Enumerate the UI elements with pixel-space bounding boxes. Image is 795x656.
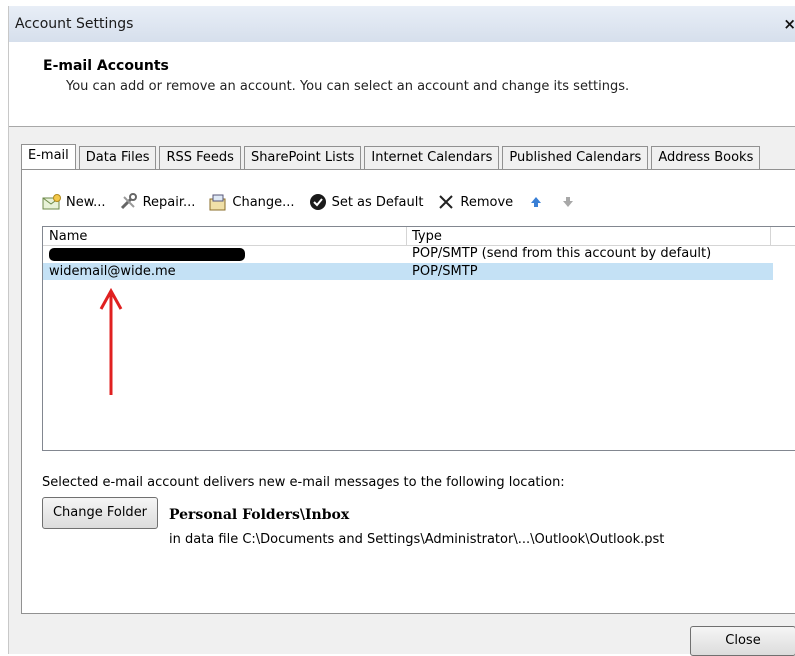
annotation-arrow-icon [99,287,123,395]
new-mail-icon [42,193,62,211]
tab-address-books[interactable]: Address Books [651,146,761,169]
tab-strip: E-mail Data Files RSS Feeds SharePoint L… [21,144,763,170]
repair-button[interactable]: Repair... [119,191,196,213]
tab-internet-calendars[interactable]: Internet Calendars [364,146,500,169]
delivery-description: Selected e-mail account delivers new e-m… [42,475,565,490]
account-list[interactable]: Name Type POP/SMTP (send from this accou… [42,226,795,451]
remove-x-icon [436,193,456,211]
header-panel: E-mail Accounts You can add or remove an… [9,42,795,127]
tab-data-files[interactable]: Data Files [78,146,157,169]
redacted-account-name [49,248,245,261]
header-subtitle: You can add or remove an account. You ca… [66,79,630,94]
change-folder-button[interactable]: Change Folder [42,497,158,529]
tab-email[interactable]: E-mail [21,144,76,170]
set-default-check-icon [308,193,328,211]
list-header: Name Type [43,227,795,246]
repair-icon [119,193,139,211]
move-down-button[interactable] [558,191,582,213]
set-default-button[interactable]: Set as Default [308,191,424,213]
change-button[interactable]: Change... [208,191,295,213]
remove-button-label: Remove [460,194,514,210]
close-button[interactable]: Close [690,626,795,656]
header-title: E-mail Accounts [43,58,169,74]
move-up-button[interactable] [526,191,550,213]
column-divider[interactable] [406,227,407,245]
email-tab-panel: New... Repair... Change... Set as Defaul… [21,169,795,614]
set-default-button-label: Set as Default [331,194,424,210]
move-up-icon [526,193,546,211]
account-name: widemail@wide.me [49,264,176,279]
tab-rss-feeds[interactable]: RSS Feeds [159,146,241,169]
change-button-label: Change... [232,194,295,210]
data-file-path: in data file C:\Documents and Settings\A… [169,532,665,547]
new-button-label: New... [66,194,106,210]
title-bar: Account Settings × [9,6,795,42]
tab-published-calendars[interactable]: Published Calendars [502,146,649,169]
account-toolbar: New... Repair... Change... Set as Defaul… [42,190,595,214]
delivery-folder: Personal Folders\Inbox [169,507,350,523]
repair-button-label: Repair... [142,194,196,210]
new-button[interactable]: New... [42,191,106,213]
change-icon [208,193,228,211]
move-down-icon [558,193,578,211]
list-item[interactable]: POP/SMTP (send from this account by defa… [43,245,773,262]
column-header-name[interactable]: Name [49,229,87,244]
list-item-selected[interactable]: widemail@wide.me POP/SMTP [43,263,773,280]
account-type: POP/SMTP [412,264,478,279]
window-close-icon[interactable]: × [783,15,795,33]
account-type: POP/SMTP (send from this account by defa… [412,246,712,261]
window-title: Account Settings [15,16,134,32]
column-header-type[interactable]: Type [412,229,442,244]
account-settings-window: Account Settings × E-mail Accounts You c… [8,6,795,656]
tab-sharepoint-lists[interactable]: SharePoint Lists [243,146,362,169]
column-divider[interactable] [770,227,771,245]
remove-button[interactable]: Remove [436,191,513,213]
